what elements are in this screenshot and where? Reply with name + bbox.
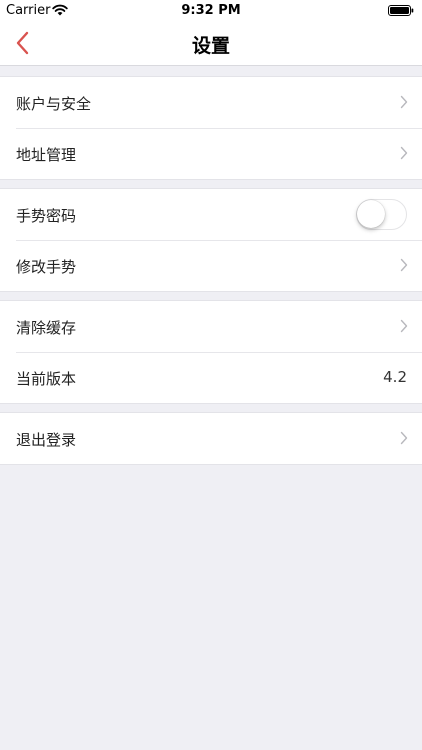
gesture-password-toggle[interactable] [356, 199, 407, 230]
status-time: 9:32 PM [181, 3, 241, 18]
settings-group-logout: 退出登录 [0, 412, 422, 465]
toggle-knob [357, 200, 385, 228]
chevron-right-icon [400, 431, 408, 445]
battery-icon [388, 5, 414, 16]
clear-cache-row[interactable]: 清除缓存 [0, 301, 422, 352]
gesture-password-row: 手势密码 [0, 189, 422, 240]
row-label: 地址管理 [16, 146, 77, 164]
row-label: 当前版本 [16, 370, 77, 388]
chevron-right-icon [400, 146, 408, 160]
modify-gesture-row[interactable]: 修改手势 [0, 240, 422, 291]
navigation-bar: 设置 [0, 20, 422, 66]
version-value: 4.2 [383, 368, 407, 386]
row-label: 修改手势 [16, 258, 77, 276]
settings-group-account: 账户与安全 地址管理 [0, 76, 422, 180]
address-management-row[interactable]: 地址管理 [0, 128, 422, 179]
row-label: 账户与安全 [16, 95, 92, 113]
row-label: 清除缓存 [16, 319, 77, 337]
chevron-right-icon [400, 95, 408, 109]
settings-group-app: 清除缓存 当前版本 4.2 [0, 300, 422, 404]
row-label: 退出登录 [16, 431, 77, 449]
page-title: 设置 [191, 35, 230, 57]
row-label: 手势密码 [16, 207, 77, 225]
chevron-right-icon [400, 319, 408, 333]
current-version-row: 当前版本 4.2 [0, 352, 422, 403]
account-security-row[interactable]: 账户与安全 [0, 77, 422, 128]
settings-group-gesture: 手势密码 修改手势 [0, 188, 422, 292]
logout-row[interactable]: 退出登录 [0, 413, 422, 464]
chevron-right-icon [400, 258, 408, 272]
status-bar: Carrier 9:32 PM [0, 0, 422, 20]
